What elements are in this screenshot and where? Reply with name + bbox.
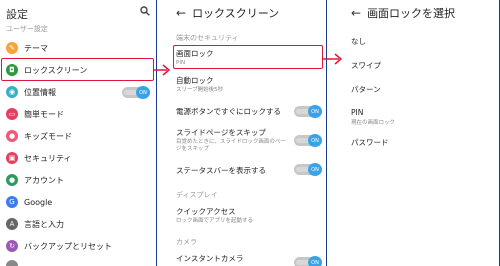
lock-option-label: パスワード [351, 138, 389, 147]
search-icon[interactable] [140, 6, 150, 16]
skip-slide-label: スライドページをスキップ [176, 128, 266, 137]
kids-mode-icon: ● [6, 130, 18, 142]
lock-option-none[interactable]: なし [351, 36, 366, 47]
quick-access-label: クイックアクセス [176, 207, 236, 216]
security-icon: ▣ [6, 152, 18, 164]
instant-camera-item[interactable]: インスタントカメラ [176, 253, 290, 264]
lock-option-password[interactable]: パスワード [351, 137, 389, 148]
highlight-lock-screen [1, 58, 154, 81]
auto-lock-item[interactable]: 自動ロック スリープ開始後5秒 [176, 75, 290, 94]
toggle-knob: ON [308, 256, 322, 266]
toggle-knob: ON [308, 163, 322, 176]
auto-lock-value: スリープ開始後5秒 [176, 87, 224, 93]
location-icon: ◉ [6, 86, 18, 98]
theme-icon: ✎ [6, 42, 18, 54]
toggle-knob: ON [136, 86, 150, 99]
settings-item-label: バックアップとリセット [24, 241, 112, 251]
power-lock-toggle[interactable]: ON [294, 105, 322, 118]
settings-item-label: 言語と入力 [24, 219, 64, 229]
lock-option-current: 現在の画面ロック [351, 120, 396, 126]
settings-item-easy-mode[interactable]: ▭ 簡単モード [0, 107, 156, 121]
lock-screen-appbar: ← ロックスクリーン [170, 0, 326, 26]
settings-item-label: Google [24, 197, 53, 207]
section-device-security: 端末のセキュリティ [176, 34, 239, 42]
settings-item-partial [0, 259, 156, 266]
settings-item-label: 位置情報 [24, 87, 56, 97]
toggle-knob: ON [308, 105, 322, 118]
language-icon: A [6, 218, 18, 230]
settings-item-language[interactable]: A 言語と入力 [0, 217, 156, 231]
lock-option-label: パターン [351, 85, 381, 94]
easy-mode-icon: ▭ [6, 108, 18, 120]
power-lock-item[interactable]: 電源ボタンですぐにロックする [176, 106, 290, 117]
settings-item-google[interactable]: G Google [0, 195, 156, 209]
settings-item-security[interactable]: ▣ セキュリティ [0, 151, 156, 165]
settings-item-label: キッズモード [24, 131, 72, 141]
settings-item-backup[interactable]: ↻ バックアップとリセット [0, 239, 156, 253]
lock-option-label: PIN [351, 108, 364, 117]
settings-title: 設定 [6, 8, 28, 21]
section-display: ディスプレイ [176, 191, 218, 199]
settings-item-theme[interactable]: ✎ テーマ [0, 41, 156, 55]
settings-item-label: アカウント [24, 175, 64, 185]
lock-option-pin[interactable]: PIN 現在の画面ロック [351, 108, 395, 126]
google-icon: G [6, 196, 18, 208]
section-camera: カメラ [176, 238, 197, 246]
lock-option-label: なし [351, 37, 366, 46]
page-title: ロックスクリーン [192, 7, 280, 20]
arrow-right-icon [323, 53, 343, 65]
choose-lock-appbar: ← 画面ロックを選択 [345, 0, 500, 26]
instant-camera-label: インスタントカメラ [176, 254, 244, 263]
skip-slide-description: 目覚めたときに、スライドロック画面のページをスキップ [176, 139, 286, 152]
account-icon: ● [6, 174, 18, 186]
status-bar-item[interactable]: ステータスバーを表示する [176, 165, 290, 176]
back-arrow-icon[interactable]: ← [351, 6, 361, 20]
lock-option-label: スワイプ [351, 61, 381, 70]
instant-camera-toggle[interactable]: ON [294, 256, 322, 266]
settings-screen: 設定 ユーザー設定 ✎ テーマ ◘ ロックスクリーン ◉ 位置情報 ON ▭ 簡… [0, 0, 156, 266]
partial-icon [6, 260, 18, 266]
quick-access-item[interactable]: クイックアクセス ロック画面でアプリを起動する [176, 206, 290, 225]
quick-access-description: ロック画面でアプリを起動する [176, 218, 254, 224]
highlight-screen-lock [173, 45, 323, 69]
auto-lock-label: 自動ロック [176, 76, 214, 85]
lock-option-pattern[interactable]: パターン [351, 84, 381, 95]
lock-screen-settings: ← ロックスクリーン 端末のセキュリティ 画面ロック PIN 自動ロック スリー… [170, 0, 326, 266]
toggle-knob: ON [308, 134, 322, 147]
settings-item-kids-mode[interactable]: ● キッズモード [0, 129, 156, 143]
status-bar-label: ステータスバーを表示する [176, 166, 266, 175]
lock-option-swipe[interactable]: スワイプ [351, 60, 381, 71]
section-user-settings: ユーザー設定 [6, 25, 48, 33]
backup-icon: ↻ [6, 240, 18, 252]
power-lock-label: 電源ボタンですぐにロックする [176, 107, 281, 116]
skip-slide-toggle[interactable]: ON [294, 134, 322, 147]
page-title: 画面ロックを選択 [367, 7, 456, 20]
choose-screen-lock: ← 画面ロックを選択 なし スワイプ パターン PIN 現在の画面ロック パスワ… [345, 0, 500, 266]
settings-item-label: テーマ [24, 43, 48, 53]
status-bar-toggle[interactable]: ON [294, 163, 322, 176]
settings-item-label: 簡単モード [24, 109, 64, 119]
location-toggle[interactable]: ON [122, 86, 150, 99]
settings-item-label: セキュリティ [24, 153, 72, 163]
settings-item-account[interactable]: ● アカウント [0, 173, 156, 187]
back-arrow-icon[interactable]: ← [176, 6, 186, 20]
skip-slide-item[interactable]: スライドページをスキップ 目覚めたときに、スライドロック画面のページをスキップ [176, 127, 290, 153]
